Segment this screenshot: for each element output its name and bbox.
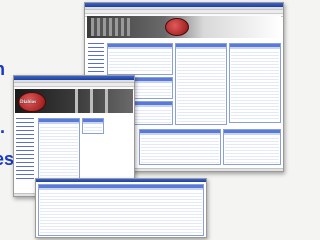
nav-link[interactable]	[88, 71, 104, 72]
banner-stripe	[75, 89, 78, 113]
banner-stripe	[90, 89, 93, 113]
nav-link[interactable]	[16, 154, 34, 155]
nav-link[interactable]	[16, 178, 34, 179]
team-banner: Diablos	[15, 89, 133, 113]
nav-link[interactable]	[16, 170, 34, 171]
nav-link[interactable]	[88, 43, 104, 44]
stats-panel	[82, 118, 104, 134]
nav-link[interactable]	[88, 51, 104, 52]
nav-link[interactable]	[16, 134, 34, 135]
banner-stripe	[105, 89, 108, 113]
window-titlebar[interactable]	[36, 179, 206, 182]
panel-columns	[140, 133, 220, 135]
nav-link[interactable]	[88, 47, 104, 48]
team-photo	[91, 18, 131, 36]
nav-link[interactable]	[16, 174, 34, 175]
panel-rows	[231, 50, 279, 121]
panel-rows	[84, 125, 102, 132]
panel-columns	[224, 133, 280, 135]
panel-columns	[108, 47, 172, 49]
team-banner	[87, 16, 281, 38]
stats-panel	[38, 118, 80, 180]
panel-columns	[39, 122, 79, 124]
nav-link[interactable]	[16, 146, 34, 147]
stats-panel	[223, 129, 281, 165]
nav-link[interactable]	[16, 122, 34, 123]
background-text-fragment-3: es	[0, 149, 15, 169]
nav-link[interactable]	[16, 130, 34, 131]
nav-link[interactable]	[16, 118, 34, 119]
nav-link[interactable]	[88, 63, 104, 64]
nav-link[interactable]	[16, 126, 34, 127]
panel-rows	[109, 50, 171, 73]
stats-panel	[139, 129, 221, 165]
nav-link[interactable]	[16, 162, 34, 163]
panel-rows	[225, 136, 279, 163]
nav-link[interactable]	[88, 55, 104, 56]
side-navigation	[16, 118, 34, 182]
stats-table	[38, 184, 204, 236]
team-logo	[165, 18, 189, 36]
nav-link[interactable]	[16, 142, 34, 143]
table-columns	[39, 188, 203, 190]
stats-panel	[107, 43, 173, 75]
nav-link[interactable]	[16, 158, 34, 159]
panel-columns	[83, 122, 103, 124]
panel-columns	[176, 47, 226, 49]
stats-panel	[175, 43, 227, 125]
nav-link[interactable]	[16, 166, 34, 167]
panel-rows	[141, 136, 219, 163]
table-rows	[40, 191, 202, 234]
nav-link[interactable]	[88, 67, 104, 68]
panel-columns	[230, 47, 280, 49]
panel-rows	[177, 50, 225, 123]
panel-rows	[40, 125, 78, 178]
team-logo-text: Diablos	[20, 100, 37, 105]
stats-panel	[229, 43, 281, 123]
nav-link[interactable]	[16, 138, 34, 139]
stats-table-window	[35, 178, 207, 238]
background-text-fragment-1: h	[0, 60, 5, 78]
background-text-fragment-2: t.	[0, 117, 5, 137]
nav-link[interactable]	[16, 150, 34, 151]
nav-link[interactable]	[88, 59, 104, 60]
